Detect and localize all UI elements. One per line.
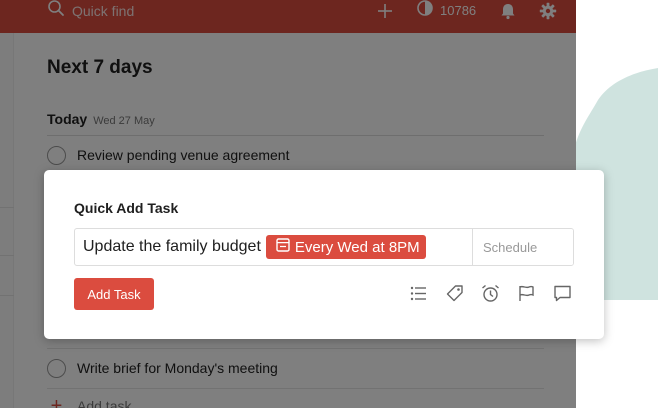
calendar-icon — [276, 238, 290, 256]
task-input-text[interactable]: Update the family budget — [83, 238, 261, 256]
comment-icon[interactable] — [552, 283, 572, 303]
priority-flag-icon[interactable] — [516, 283, 536, 303]
task-content-input[interactable]: Update the family budget Every Wed at 8P… — [74, 228, 574, 266]
schedule-input[interactable]: Schedule — [472, 229, 573, 265]
quick-add-dialog: Quick Add Task Update the family budget … — [44, 170, 604, 339]
project-list-icon[interactable] — [408, 283, 428, 303]
screen: Quick find 10786 Next 7 — [0, 0, 658, 408]
recurring-date-chip[interactable]: Every Wed at 8PM — [265, 235, 426, 259]
add-task-button[interactable]: Add Task — [74, 278, 154, 310]
reminder-alarm-icon[interactable] — [480, 283, 500, 303]
label-tag-icon[interactable] — [444, 283, 464, 303]
dialog-title: Quick Add Task — [74, 200, 179, 216]
date-chip-label: Every Wed at 8PM — [294, 238, 420, 256]
